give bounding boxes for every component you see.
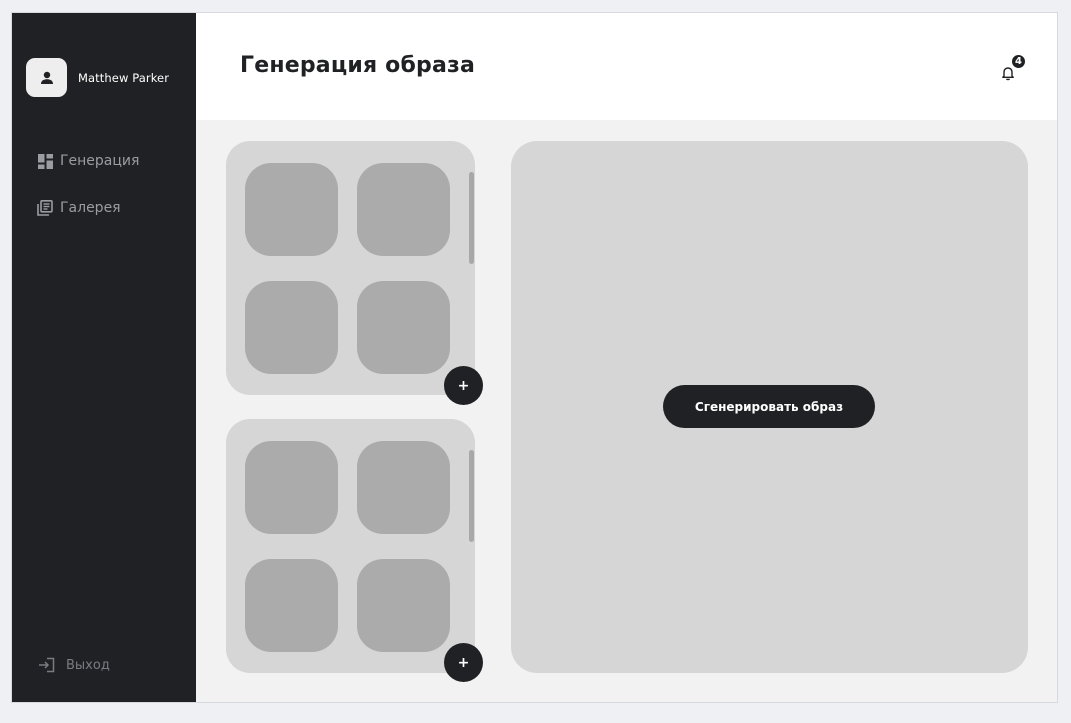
- image-tile[interactable]: [245, 281, 338, 374]
- user-profile[interactable]: Matthew Parker: [26, 58, 169, 97]
- image-tile[interactable]: [357, 163, 450, 256]
- avatar[interactable]: [26, 58, 67, 97]
- sidebar-item-generation[interactable]: Генерация: [37, 153, 139, 169]
- sidebar: Matthew Parker Генерация Галерея Выход: [12, 13, 196, 702]
- image-tile[interactable]: [357, 281, 450, 374]
- sidebar-item-label: Галерея: [60, 200, 121, 216]
- notification-badge: 4: [1010, 53, 1027, 70]
- image-panel-2: [226, 419, 475, 673]
- image-tile[interactable]: [245, 163, 338, 256]
- dashboard-icon: [37, 153, 53, 169]
- page-title: Генерация образа: [240, 53, 476, 78]
- generate-button[interactable]: Сгенерировать образ: [663, 385, 875, 428]
- logout-button[interactable]: Выход: [37, 656, 110, 674]
- user-icon: [40, 71, 53, 84]
- main-content: Генерация образа 4 + + Сгенерировать обр…: [196, 13, 1057, 702]
- image-panel-1: [226, 141, 475, 395]
- add-image-button[interactable]: +: [444, 643, 483, 682]
- image-tile[interactable]: [245, 441, 338, 534]
- user-name: Matthew Parker: [78, 70, 170, 85]
- result-area: Сгенерировать образ: [511, 141, 1028, 673]
- add-image-button[interactable]: +: [444, 366, 483, 405]
- sidebar-item-label: Генерация: [60, 153, 140, 169]
- logout-label: Выход: [66, 657, 110, 673]
- app-window: Matthew Parker Генерация Галерея Выход Г…: [11, 12, 1058, 703]
- sidebar-item-gallery[interactable]: Галерея: [37, 200, 121, 216]
- page-header: Генерация образа 4: [196, 13, 1057, 120]
- image-tile[interactable]: [357, 559, 450, 652]
- image-tile[interactable]: [245, 559, 338, 652]
- logout-icon: [37, 656, 55, 674]
- image-tile[interactable]: [357, 441, 450, 534]
- scrollbar[interactable]: [469, 450, 474, 542]
- scrollbar[interactable]: [469, 172, 474, 264]
- library-icon: [37, 200, 53, 216]
